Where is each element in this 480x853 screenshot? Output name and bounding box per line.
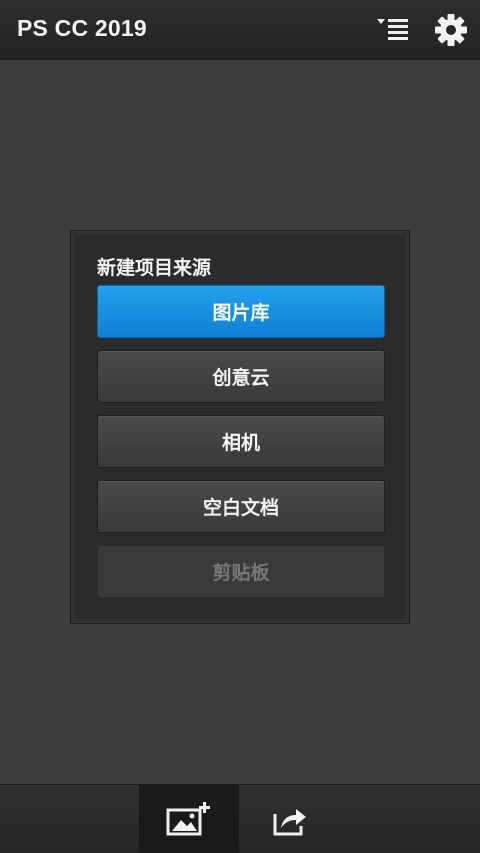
- list-menu-button[interactable]: [372, 10, 412, 50]
- option-clipboard-button[interactable]: 剪贴板: [97, 545, 385, 598]
- option-camera-button[interactable]: 相机: [97, 415, 385, 468]
- add-image-icon: [166, 801, 210, 835]
- option-creative-cloud-button[interactable]: 创意云: [97, 350, 385, 403]
- option-blank-document-button[interactable]: 空白文档: [97, 480, 385, 533]
- share-button[interactable]: [239, 785, 339, 853]
- list-menu-icon: [377, 19, 408, 40]
- share-icon: [273, 808, 306, 835]
- app-title: PS CC 2019: [17, 15, 147, 41]
- new-project-source-dialog: 新建项目来源 图片库 创意云 相机 空白文档 剪贴板: [70, 230, 410, 624]
- dialog-title: 新建项目来源: [97, 257, 212, 279]
- app-root: PS CC 2019 新建项目来源 图片库 创意云 相机 空白文档 剪贴板: [0, 0, 480, 853]
- gear-icon: [435, 14, 467, 46]
- add-image-button[interactable]: [139, 785, 239, 853]
- settings-button[interactable]: [431, 10, 471, 50]
- option-photo-library-button[interactable]: 图片库: [97, 285, 385, 338]
- bottom-bar: [0, 784, 480, 853]
- top-bar: PS CC 2019: [0, 0, 480, 60]
